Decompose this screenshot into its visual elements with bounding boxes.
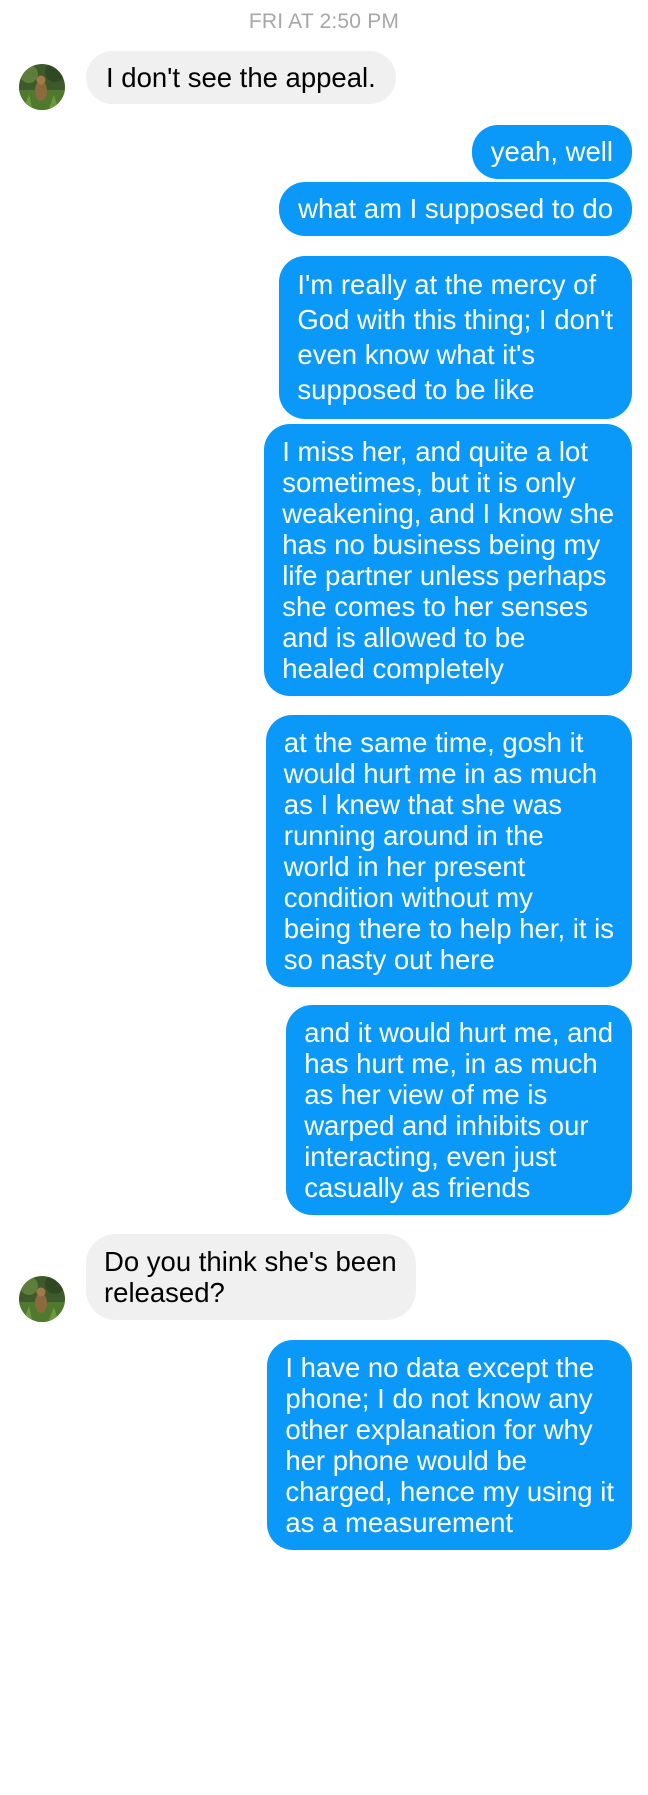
message-bubble-outgoing[interactable]: what am I supposed to do <box>279 182 632 236</box>
contact-avatar[interactable] <box>19 64 65 110</box>
avatar-photo-icon <box>19 64 65 110</box>
message-bubble-outgoing[interactable]: I miss her, and quite a lot sometimes, b… <box>264 424 632 696</box>
message-bubble-incoming[interactable]: Do you think she's been released? <box>86 1234 416 1320</box>
message-timestamp: FRI AT 2:50 PM <box>248 10 400 33</box>
message-bubble-outgoing[interactable]: yeah, well <box>471 125 632 179</box>
message-bubble-outgoing[interactable]: I'm really at the mercy of God with this… <box>279 256 632 419</box>
message-bubble-outgoing[interactable]: at the same time, gosh it would hurt me … <box>265 715 632 987</box>
message-bubble-incoming[interactable]: I don't see the appeal. <box>86 51 396 104</box>
message-bubble-outgoing[interactable]: and it would hurt me, and has hurt me, i… <box>286 1005 632 1215</box>
contact-avatar[interactable] <box>19 1276 65 1322</box>
avatar-photo-icon <box>19 1276 65 1322</box>
message-bubble-outgoing[interactable]: I have no data except the phone; I do no… <box>267 1340 632 1550</box>
